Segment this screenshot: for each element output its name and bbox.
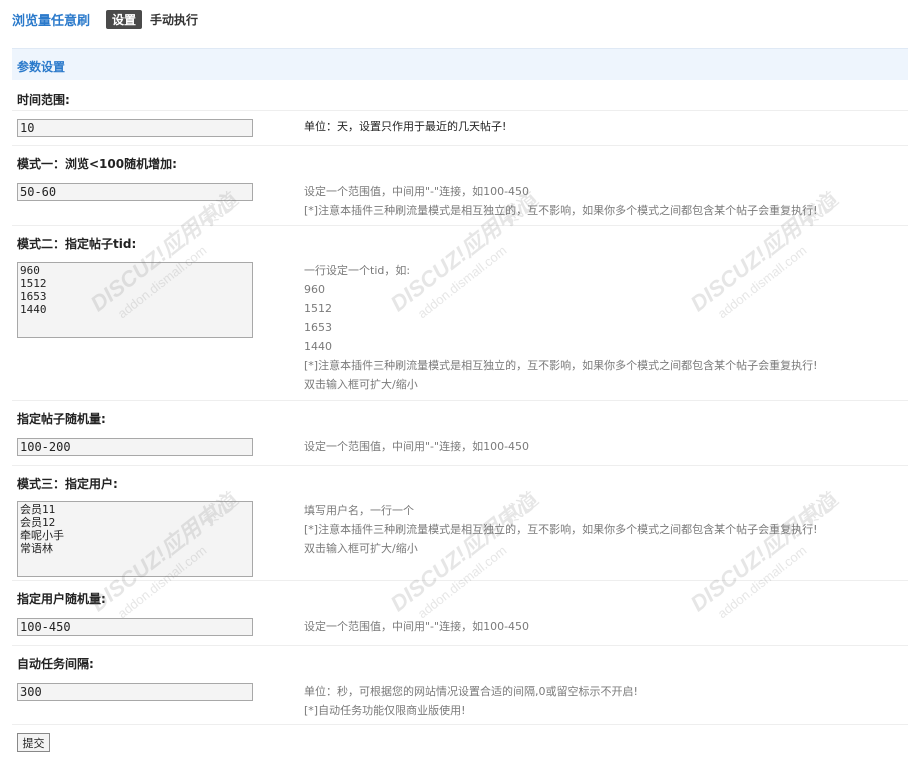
- textarea-line: 1512: [20, 277, 47, 290]
- tip-line: [*]注意本插件三种刷流量模式是相互独立的，互不影响，如果你多个模式之间都包含某…: [304, 359, 818, 372]
- auto-interval-label: 自动任务间隔:: [17, 657, 94, 671]
- tip-line: 双击输入框可扩大/缩小: [304, 378, 418, 391]
- row-divider: [12, 580, 908, 581]
- row-divider: [12, 110, 908, 111]
- mode3-label: 模式三：指定用户:: [17, 477, 118, 491]
- thread-random-tip: 设定一个范围值，中间用"-"连接，如100-450: [304, 437, 529, 456]
- mode3-textarea[interactable]: 会员11 会员12 牵呢小手 常语林: [17, 501, 253, 577]
- mode2-tip: 一行设定一个tid，如: 960 1512 1653 1440 [*]注意本插件…: [304, 261, 818, 394]
- row-divider: [12, 645, 908, 646]
- submit-button[interactable]: 提交: [17, 733, 50, 752]
- tab-settings[interactable]: 设置: [106, 9, 143, 29]
- thread-random-input[interactable]: 100-200: [17, 438, 253, 456]
- time-range-label: 时间范围:: [17, 93, 70, 107]
- tip-line: 单位：天，设置只作用于最近的几天帖子!: [304, 120, 507, 133]
- row-divider: [12, 400, 908, 401]
- tip-line: 960: [304, 283, 325, 296]
- user-random-input[interactable]: 100-450: [17, 618, 253, 636]
- mode1-tip: 设定一个范围值，中间用"-"连接，如100-450 [*]注意本插件三种刷流量模…: [304, 182, 818, 220]
- tip-line: 设定一个范围值，中间用"-"连接，如100-450: [304, 185, 530, 198]
- tip-line: 1440: [304, 340, 332, 353]
- row-divider: [12, 145, 908, 146]
- auto-interval-input[interactable]: 300: [17, 683, 253, 701]
- textarea-line: 1440: [20, 303, 47, 316]
- tip-line: [*]注意本插件三种刷流量模式是相互独立的，互不影响，如果你多个模式之间都包含某…: [304, 204, 818, 217]
- row-divider: [12, 465, 908, 466]
- textarea-line: 1653: [20, 290, 47, 303]
- mode3-tip: 填写用户名，一行一个 [*]注意本插件三种刷流量模式是相互独立的，互不影响，如果…: [304, 501, 818, 558]
- tip-line: 双击输入框可扩大/缩小: [304, 542, 418, 555]
- textarea-line: 会员12: [20, 516, 56, 529]
- tab-manual-run[interactable]: 手动执行: [150, 11, 198, 28]
- textarea-line: 会员11: [20, 503, 56, 516]
- textarea-line: 常语林: [20, 542, 53, 555]
- thread-random-label: 指定帖子随机量:: [17, 412, 106, 426]
- mode2-textarea[interactable]: 960 1512 1653 1440: [17, 262, 253, 338]
- plugin-title[interactable]: 浏览量任意刷: [12, 10, 90, 29]
- time-range-input[interactable]: 10: [17, 119, 253, 137]
- section-header: 参数设置: [12, 48, 908, 80]
- tip-line: 单位：秒，可根据您的网站情况设置合适的间隔,0或留空标示不开启!: [304, 685, 638, 698]
- tip-line: 填写用户名，一行一个: [304, 504, 414, 517]
- tip-line: 设定一个范围值，中间用"-"连接，如100-450: [304, 620, 530, 633]
- tip-line: 一行设定一个tid，如:: [304, 264, 411, 277]
- mode1-input[interactable]: 50-60: [17, 183, 253, 201]
- auto-interval-tip: 单位：秒，可根据您的网站情况设置合适的间隔,0或留空标示不开启! [*]自动任务…: [304, 682, 638, 720]
- row-divider: [12, 724, 908, 725]
- top-bar: 浏览量任意刷 设置 手动执行: [12, 9, 198, 29]
- tip-line: 设定一个范围值，中间用"-"连接，如100-450: [304, 440, 530, 453]
- mode1-label: 模式一：浏览<100随机增加:: [17, 157, 177, 171]
- tip-line: [*]自动任务功能仅限商业版使用!: [304, 704, 466, 717]
- user-random-label: 指定用户随机量:: [17, 592, 106, 606]
- time-range-tip: 单位：天，设置只作用于最近的几天帖子!: [304, 117, 506, 136]
- user-random-tip: 设定一个范围值，中间用"-"连接，如100-450: [304, 617, 529, 636]
- tip-line: 1512: [304, 302, 332, 315]
- row-divider: [12, 225, 908, 226]
- mode2-label: 模式二：指定帖子tid:: [17, 237, 137, 251]
- tip-line: 1653: [304, 321, 332, 334]
- section-title: 参数设置: [17, 60, 66, 74]
- textarea-line: 960: [20, 264, 40, 277]
- tip-line: [*]注意本插件三种刷流量模式是相互独立的，互不影响，如果你多个模式之间都包含某…: [304, 523, 818, 536]
- textarea-line: 牵呢小手: [20, 529, 64, 542]
